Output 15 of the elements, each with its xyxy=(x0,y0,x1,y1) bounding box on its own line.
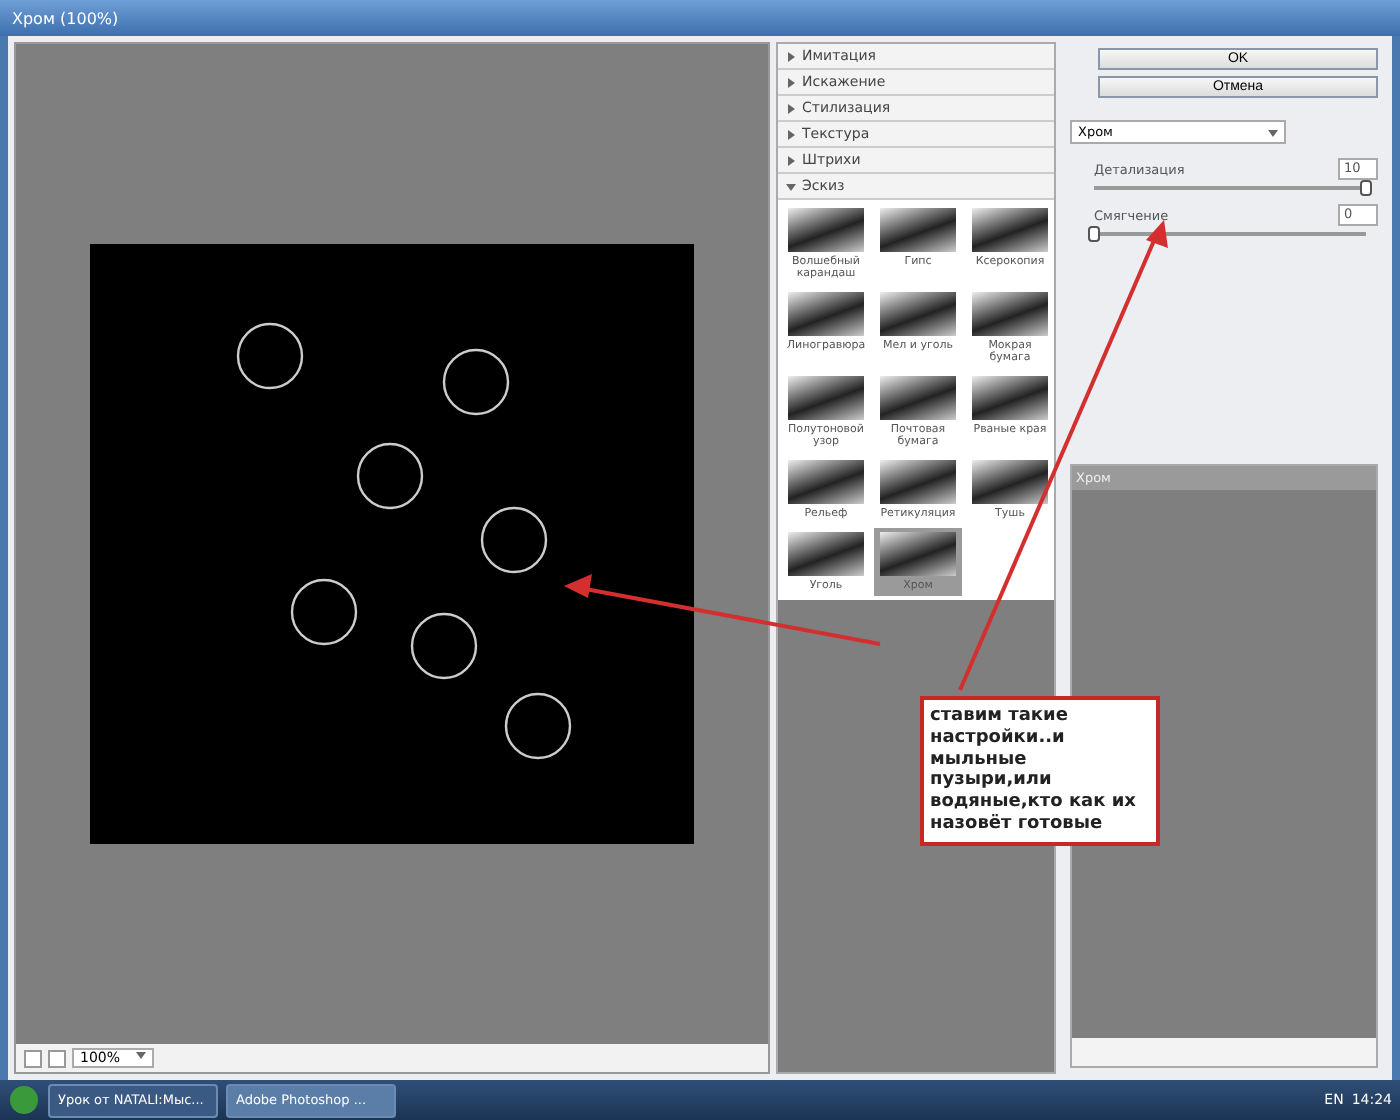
annotation-note: ставим такие настройки..и мыльные пузыри,или водяные,кто как их назовёт готовые xyxy=(920,696,1160,846)
caret-icon xyxy=(136,1050,147,1060)
caret-icon xyxy=(1268,127,1278,137)
zoom-out-button[interactable] xyxy=(24,1049,42,1067)
zoom-in-button[interactable] xyxy=(48,1049,66,1067)
slider-thumb[interactable] xyxy=(1088,226,1100,242)
disclosure-triangle-icon xyxy=(786,77,796,87)
disclosure-triangle-icon xyxy=(786,155,796,165)
disclosure-triangle-icon xyxy=(786,103,796,113)
disclosure-triangle-icon xyxy=(786,129,796,139)
slider-thumb[interactable] xyxy=(1360,180,1372,196)
window-title: Хром (100%) xyxy=(12,9,119,27)
start-button[interactable] xyxy=(8,1084,40,1116)
disclosure-triangle-icon xyxy=(786,181,796,191)
disclosure-triangle-icon xyxy=(786,51,796,61)
